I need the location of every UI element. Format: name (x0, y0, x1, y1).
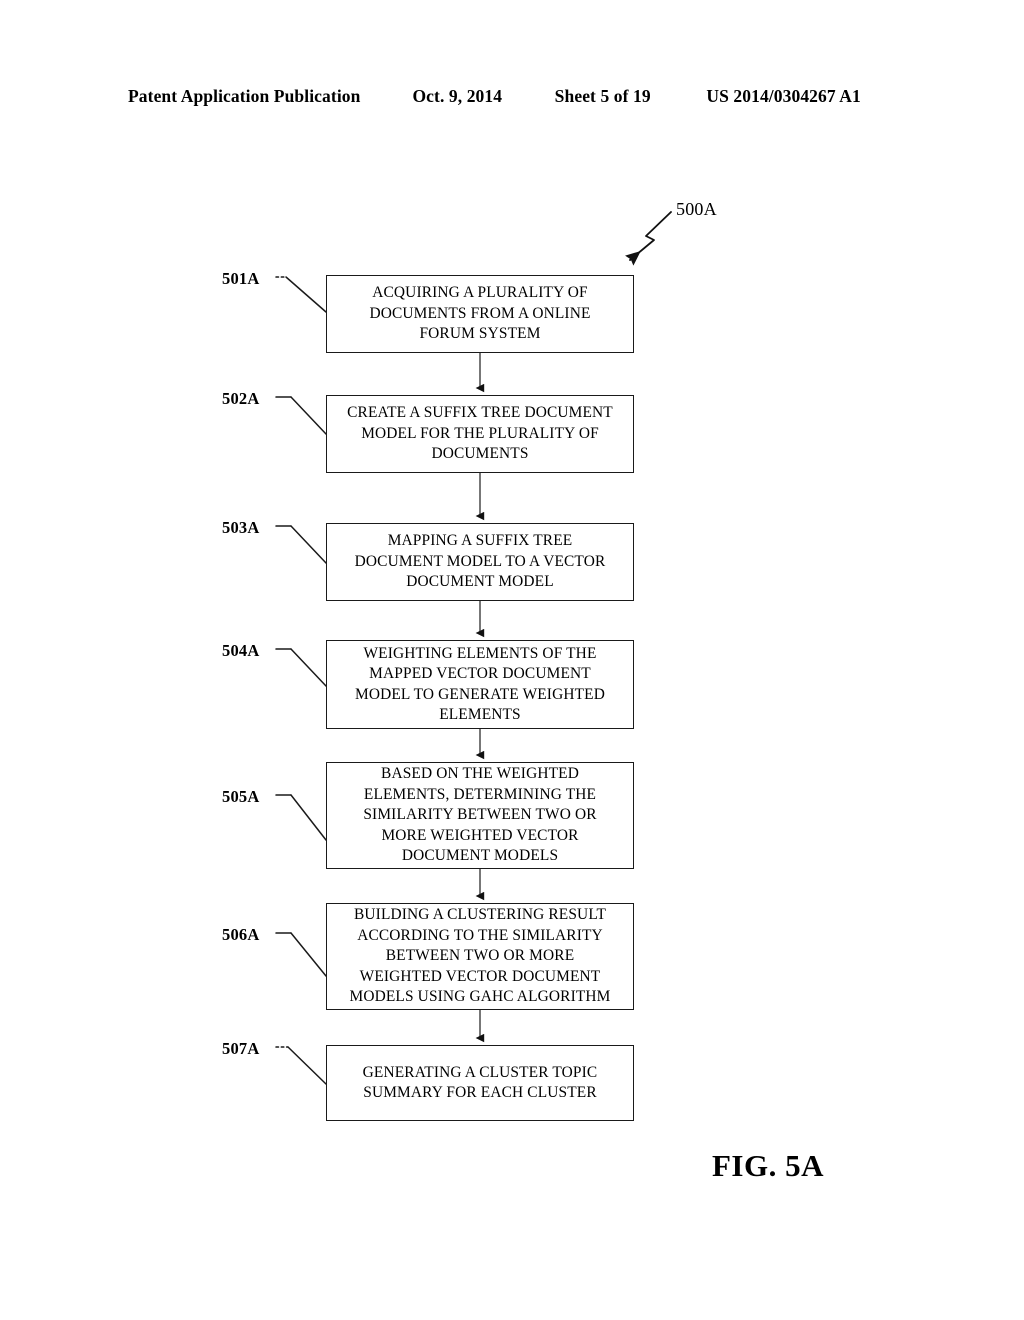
flow-step-box-503a: MAPPING A SUFFIX TREE DOCUMENT MODEL TO … (326, 523, 634, 601)
flow-step-box-507a: GENERATING A CLUSTER TOPIC SUMMARY FOR E… (326, 1045, 634, 1121)
flow-step-text-502a: CREATE A SUFFIX TREE DOCUMENT MODEL FOR … (347, 404, 613, 463)
flow-step-text-505a: BASED ON THE WEIGHTED ELEMENTS, DETERMIN… (363, 765, 597, 865)
step-reference-label-507a: 507A (222, 1039, 260, 1058)
flow-step-text-507a: GENERATING A CLUSTER TOPIC SUMMARY FOR E… (362, 1063, 598, 1102)
flow-step-box-504a: WEIGHTING ELEMENTS OF THE MAPPED VECTOR … (326, 640, 634, 729)
flow-step-box-501a: ACQUIRING A PLURALITY OF DOCUMENTS FROM … (326, 275, 634, 353)
step-reference-label-503a: 503A (222, 518, 260, 537)
flow-step-box-506a: BUILDING A CLUSTERING RESULT ACCORDING T… (326, 903, 634, 1010)
flow-step-box-505a: BASED ON THE WEIGHTED ELEMENTS, DETERMIN… (326, 762, 634, 869)
patent-figure-5a: 500A ACQUIRING A PLURALITY OF DOCUMENTS … (0, 0, 1024, 1320)
step-reference-label-501a: 501A (222, 269, 260, 288)
step-reference-label-502a: 502A (222, 389, 260, 408)
flow-step-box-502a: CREATE A SUFFIX TREE DOCUMENT MODEL FOR … (326, 395, 634, 473)
step-reference-label-504a: 504A (222, 641, 260, 660)
flow-step-text-504a: WEIGHTING ELEMENTS OF THE MAPPED VECTOR … (355, 644, 605, 724)
step-reference-label-505a: 505A (222, 787, 260, 806)
step-reference-label-506a: 506A (222, 925, 260, 944)
figure-reference-500a: 500A (676, 199, 717, 219)
flow-step-text-506a: BUILDING A CLUSTERING RESULT ACCORDING T… (349, 906, 611, 1006)
figure-caption: FIG. 5A (712, 1148, 824, 1183)
flow-step-text-501a: ACQUIRING A PLURALITY OF DOCUMENTS FROM … (369, 284, 591, 343)
flow-step-text-503a: MAPPING A SUFFIX TREE DOCUMENT MODEL TO … (354, 532, 606, 591)
